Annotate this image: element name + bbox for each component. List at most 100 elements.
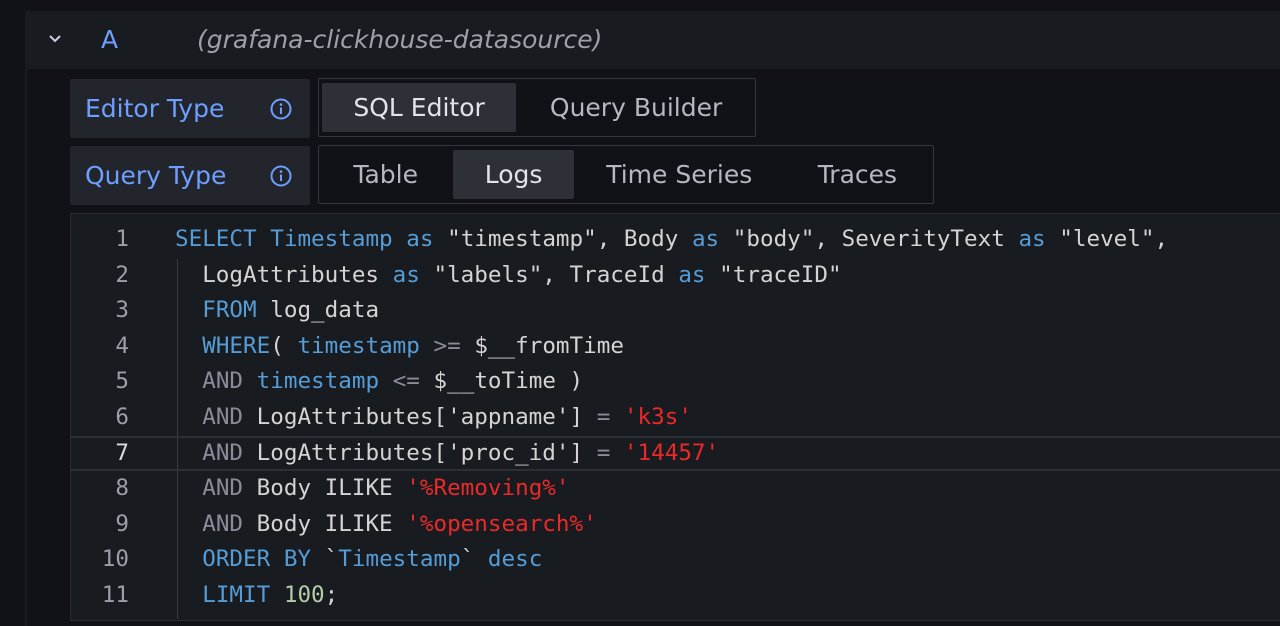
code-line[interactable]: 3 FROM log_data [71,293,1280,329]
code-token: >= [433,332,461,359]
code-token: timestamp [297,332,420,359]
chevron-down-icon[interactable] [45,29,65,49]
code-token: ORDER BY [202,546,312,573]
code-token: "level", [1045,226,1169,252]
code-token: LogAttributes['proc_id'] [243,439,597,466]
code-line[interactable]: 4 WHERE( timestamp >= $__fromTime [71,329,1280,365]
code-line[interactable]: 1 SELECT Timestamp as "timestamp", Body a… [71,222,1280,258]
code-token: '14457' [623,439,720,466]
code-token: as [678,261,706,288]
line-number: 6 [115,404,129,430]
code-text: LogAttributes as "labels", TraceId as "t… [175,258,842,294]
code-token: AND [202,368,244,395]
datasource-name: (grafana-clickhouse-datasource) [197,25,603,54]
code-token: LogAttributes [175,261,393,288]
editor-type-query-builder[interactable]: Query Builder [520,83,752,132]
editor-type-label-text: Editor Type [85,94,225,123]
line-number: 4 [115,332,129,359]
code-token: 'k3s' [623,404,692,430]
code-token: $__fromTime [460,332,624,359]
code-line[interactable]: 11 LIMIT 100; [71,578,1280,614]
code-text: SELECT Timestamp as "timestamp", Body as… [175,222,1168,258]
query-type-label-text: Query Type [85,161,227,190]
query-type-label: Query Type [70,146,310,205]
sql-code-editor[interactable]: 1 SELECT Timestamp as "timestamp", Body a… [70,213,1280,621]
code-token: "timestamp", Body [433,226,692,252]
code-line[interactable]: 5 AND timestamp <= $__toTime ) [71,364,1280,400]
code-token: SELECT [175,226,257,252]
code-line[interactable]: 9 AND Body ILIKE '%opensearch%' [71,507,1280,543]
code-token: '%opensearch%' [406,510,597,537]
code-token: "traceID" [705,261,842,288]
info-circle-icon[interactable] [268,96,294,122]
code-token: Timestamp [338,546,461,573]
row-left-rule [25,69,27,626]
code-token: LogAttributes['appname'] [243,404,597,430]
code-token: AND [202,439,244,466]
code-line[interactable]: 2 LogAttributes as "labels", TraceId as … [71,258,1280,294]
code-text: ORDER BY `Timestamp` desc [175,542,542,578]
code-token: as [392,261,420,288]
info-circle-icon[interactable] [268,163,294,189]
code-text: AND LogAttributes['appname'] = 'k3s' [175,400,692,436]
code-token: Body ILIKE [243,475,407,502]
code-token: = [596,404,611,430]
line-number: 3 [115,297,129,324]
code-token: "body", SeverityText [719,226,1019,252]
line-number: 8 [115,475,129,502]
query-type-logs[interactable]: Logs [453,150,574,199]
line-number: 1 [115,226,129,252]
code-token: = [596,439,611,466]
code-token: desc [487,546,543,573]
code-token: Body ILIKE [243,510,407,537]
code-text: AND Body ILIKE '%opensearch%' [175,507,597,543]
line-number: 11 [101,582,129,608]
editor-type-label: Editor Type [70,79,310,138]
line-number: 2 [115,261,129,288]
code-token: 100 [283,582,325,608]
code-token: log_data [256,297,380,324]
code-text: AND Body ILIKE '%Removing%' [175,471,570,507]
code-line[interactable]: 8 AND Body ILIKE '%Removing%' [71,471,1280,507]
code-token: $__toTime ) [419,368,584,395]
code-token: AND [202,475,244,502]
code-text: FROM log_data [175,293,379,329]
code-line[interactable]: 7 AND LogAttributes['proc_id'] = '14457' [71,435,1280,472]
line-number: 10 [101,546,129,573]
code-line[interactable]: 10 ORDER BY `Timestamp` desc [71,542,1280,578]
query-type-radio-group: Table Logs Time Series Traces [318,145,934,204]
query-type-traces[interactable]: Traces [785,150,930,199]
query-ref-id[interactable]: A [101,22,118,58]
query-type-table[interactable]: Table [322,150,449,199]
code-token: AND [202,510,244,537]
query-type-time-series[interactable]: Time Series [578,150,781,199]
code-token: ( [270,332,298,359]
line-number: 9 [115,510,129,537]
code-token: as [1018,226,1046,252]
code-token: as [406,226,434,252]
code-token: AND [202,404,244,430]
line-number: 7 [115,439,129,466]
code-token: '%Removing%' [406,475,570,502]
code-token: LIMIT [202,582,271,608]
code-token: as [691,226,720,252]
code-text: LIMIT 100; [175,578,338,614]
editor-type-sql-editor[interactable]: SQL Editor [322,83,517,132]
code-token: ` [311,546,339,573]
code-line[interactable]: 6 AND LogAttributes['appname'] = 'k3s' [71,400,1280,436]
editor-type-radio-group: SQL Editor Query Builder [318,78,756,137]
code-token: FROM [202,297,257,324]
